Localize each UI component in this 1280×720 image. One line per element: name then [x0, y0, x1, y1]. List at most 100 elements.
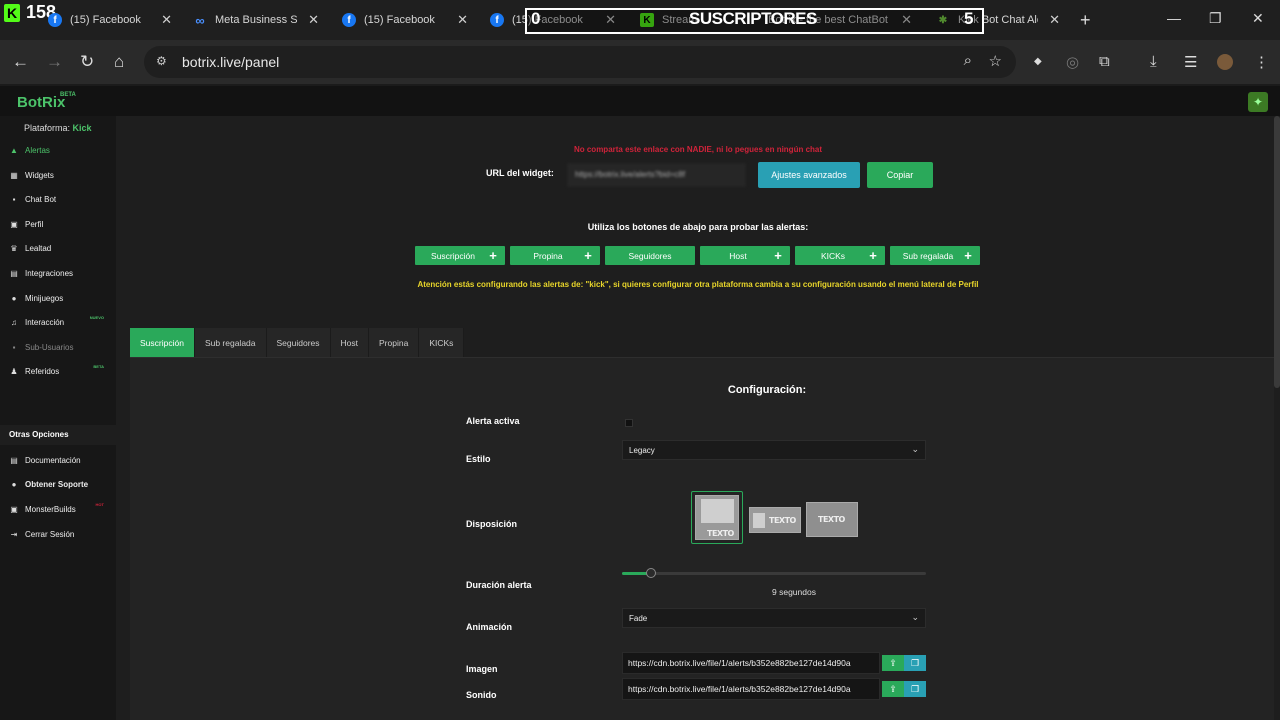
sidebar-item-chatbot[interactable]: ▪ Chat Bot: [10, 192, 110, 206]
sidebar-item-lealtad[interactable]: ♛ Lealtad: [10, 241, 110, 255]
site-info-icon[interactable]: ⚙: [156, 54, 167, 68]
menu-icon[interactable]: ⋮: [1254, 53, 1269, 71]
sidebar-item-cerrar-sesion[interactable]: ⇥ Cerrar Sesión: [10, 527, 110, 541]
referrals-icon: ♟: [10, 366, 18, 376]
new-badge: NUEVO: [89, 315, 104, 320]
address-bar[interactable]: ⚙ botrix.live/panel ⌕ ☆: [144, 46, 1016, 78]
test-kicks-button[interactable]: KICKs +: [795, 246, 885, 265]
close-tab-icon[interactable]: ✕: [161, 12, 172, 28]
download-icon[interactable]: ⤓: [1150, 53, 1157, 70]
tab-meta-business[interactable]: ∞ Meta Business Su ✕: [193, 8, 319, 32]
copy-button[interactable]: Copiar: [867, 162, 933, 188]
minimize-icon[interactable]: —: [1167, 10, 1181, 26]
sidebar-item-perfil[interactable]: ▣ Perfil: [10, 217, 110, 231]
botrix-logo[interactable]: BotRix: [17, 94, 65, 111]
style-select[interactable]: Legacy ⌄: [622, 440, 926, 460]
close-tab-icon[interactable]: ✕: [308, 12, 319, 28]
sidebar: Plataforma: Kick ▲ Alertas ▦ Widgets ▪ C…: [0, 116, 116, 720]
hot-badge: HOT: [95, 502, 104, 507]
sidebar-item-referidos[interactable]: ♟ Referidos BETA: [10, 364, 110, 378]
duration-slider[interactable]: [622, 572, 926, 575]
sidebar-item-subusuarios[interactable]: ▪ Sub-Usuarios: [10, 340, 110, 354]
tab-seguidores[interactable]: Seguidores: [266, 328, 331, 357]
main-content: No comparta este enlace con NADIE, ni lo…: [116, 116, 1280, 720]
beta-tag: BETA: [60, 92, 76, 98]
upload-icon[interactable]: ⇪: [882, 655, 904, 671]
grid-icon: ▦: [10, 170, 18, 180]
facebook-icon: f: [48, 13, 62, 27]
restore-icon[interactable]: ❐: [1209, 10, 1222, 27]
forward-icon[interactable]: →: [46, 52, 63, 72]
sidebar-item-widgets[interactable]: ▦ Widgets: [10, 168, 110, 182]
gallery-icon[interactable]: ❐: [904, 655, 926, 671]
facebook-icon: f: [490, 13, 504, 27]
share-warning: No comparta este enlace con NADIE, ni lo…: [573, 145, 823, 154]
browser-tab-bar: K 158 f (15) Facebook ✕ ∞ Meta Business …: [0, 0, 1280, 40]
discord-icon: ●: [11, 479, 17, 489]
duration-slider-thumb[interactable]: [646, 568, 656, 578]
style-label: Estilo: [466, 454, 491, 464]
layout-label: Disposición: [466, 519, 518, 529]
layout-option-overlay[interactable]: TEXTO: [806, 502, 858, 537]
plus-icon: +: [869, 247, 877, 263]
extension-icon[interactable]: ◆: [1034, 56, 1042, 67]
home-icon[interactable]: ⌂: [114, 52, 124, 72]
advanced-settings-button[interactable]: Ajustes avanzados: [758, 162, 860, 188]
user-avatar[interactable]: ✦: [1248, 92, 1268, 112]
animation-label: Animación: [466, 622, 513, 632]
sidebar-item-documentacion[interactable]: ▤ Documentación: [10, 453, 110, 467]
sidebar-item-alertas[interactable]: ▲ Alertas: [10, 143, 110, 157]
widget-url-field[interactable]: https://botrix.live/alerts?bid=c8f: [567, 163, 746, 187]
tab-propina[interactable]: Propina: [369, 328, 420, 357]
gamepad-icon: ●: [11, 293, 17, 303]
extensions-puzzle-icon[interactable]: ⧉: [1099, 53, 1110, 70]
test-sub-regalada-button[interactable]: Sub regalada +: [890, 246, 980, 265]
gallery-icon[interactable]: ❐: [904, 681, 926, 697]
profile-avatar[interactable]: [1217, 54, 1233, 70]
close-tab-icon[interactable]: ✕: [457, 12, 468, 28]
reload-icon[interactable]: ↻: [80, 52, 94, 72]
new-tab-icon[interactable]: +: [1080, 10, 1091, 31]
layout-option-left[interactable]: TEXTO: [749, 507, 801, 533]
upload-icon[interactable]: ⇪: [882, 681, 904, 697]
image-placeholder-icon: [753, 513, 765, 528]
sound-url-field[interactable]: https://cdn.botrix.live/file/1/alerts/b3…: [622, 678, 880, 700]
animation-select[interactable]: Fade ⌄: [622, 608, 926, 628]
test-propina-button[interactable]: Propina +: [510, 246, 600, 265]
tab-facebook-1[interactable]: f (15) Facebook ✕: [48, 8, 172, 32]
tab-facebook-2[interactable]: f (15) Facebook ✕: [342, 8, 468, 32]
test-instructions: Utiliza los botones de abajo para probar…: [587, 222, 809, 232]
tab-host[interactable]: Host: [330, 328, 370, 357]
image-url-field[interactable]: https://cdn.botrix.live/file/1/alerts/b3…: [622, 652, 880, 674]
logout-icon: ⇥: [10, 529, 18, 539]
sidebar-item-soporte[interactable]: ● Obtener Soporte: [10, 477, 110, 491]
sidebar-item-minijuegos[interactable]: ● Minijuegos: [10, 291, 110, 305]
monster-icon: ▣: [10, 504, 18, 514]
test-host-button[interactable]: Host +: [700, 246, 790, 265]
widget-url-label: URL del widget:: [486, 168, 554, 178]
facebook-icon: f: [342, 13, 356, 27]
alert-icon: ▲: [10, 145, 18, 155]
extension-grey-icon[interactable]: ◎: [1066, 53, 1079, 71]
tab-kicks[interactable]: KICKs: [419, 328, 465, 357]
test-suscripcion-button[interactable]: Suscripción +: [415, 246, 505, 265]
tab-sub-regalada[interactable]: Sub regalada: [194, 328, 267, 357]
zoom-icon[interactable]: ⌕: [964, 52, 972, 69]
sidebar-item-integraciones[interactable]: ▤ Integraciones: [10, 266, 110, 280]
bookmark-star-icon[interactable]: ☆: [989, 52, 1002, 70]
close-tab-icon[interactable]: ✕: [1049, 12, 1060, 28]
sidebar-item-monsterbuilds[interactable]: ▣ MonsterBuilds HOT: [10, 502, 110, 516]
integrations-icon: ▤: [10, 268, 18, 278]
close-window-icon[interactable]: ✕: [1252, 10, 1264, 27]
tab-suscripcion[interactable]: Suscripción: [130, 328, 195, 357]
media-control-icon[interactable]: ☰: [1184, 53, 1197, 71]
layout-option-vertical[interactable]: TEXTO: [691, 491, 743, 544]
plus-icon: +: [964, 247, 972, 263]
test-seguidores-button[interactable]: Seguidores: [605, 246, 695, 265]
music-icon: ♫: [11, 317, 17, 327]
page-scrollbar-thumb[interactable]: [1274, 116, 1280, 388]
browser-toolbar: ← → ↻ ⌂ ⚙ botrix.live/panel ⌕ ☆ ◆ ◎ ⧉ ⤓ …: [0, 40, 1280, 84]
alert-active-checkbox[interactable]: [625, 419, 633, 427]
back-icon[interactable]: ←: [12, 52, 29, 72]
sidebar-item-interaccion[interactable]: ♫ Interacción NUEVO: [10, 315, 110, 329]
